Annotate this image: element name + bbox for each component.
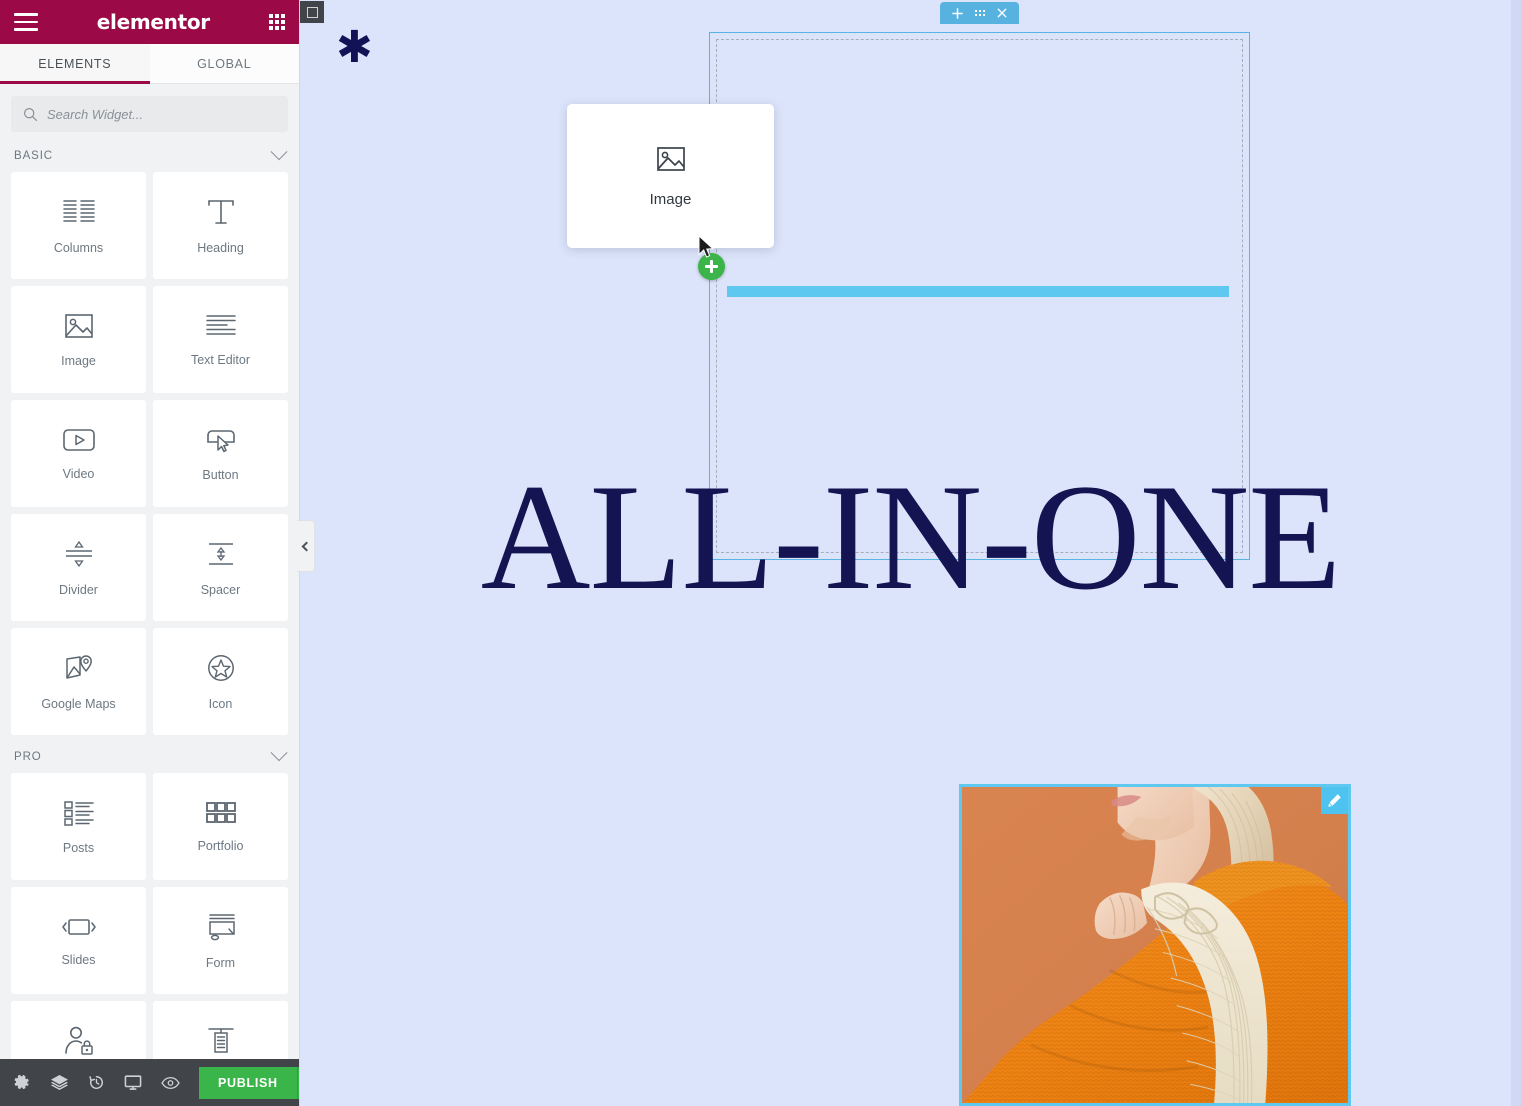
widget-posts[interactable]: Posts: [11, 773, 146, 880]
drag-preview-image-widget[interactable]: Image: [567, 104, 774, 248]
device-square-icon: [306, 6, 318, 18]
publish-options-button[interactable]: [296, 1066, 299, 1099]
editor-canvas: ✱ Image ALL-IN-ONE: [300, 0, 1521, 1106]
canvas-right-edge: [1511, 0, 1521, 1106]
section-toolbar: [939, 2, 1020, 24]
publish-group: PUBLISH: [199, 1066, 299, 1099]
widget-portfolio[interactable]: Portfolio: [153, 773, 288, 880]
history-clock-icon[interactable]: [88, 1074, 105, 1091]
widget-label: Slides: [61, 952, 96, 967]
widget-label: Posts: [62, 840, 95, 855]
widget-label: Columns: [53, 240, 104, 255]
edit-widget-button[interactable]: [1321, 787, 1348, 814]
widget-label: Video: [62, 466, 95, 481]
category-header-basic[interactable]: BASIC: [0, 142, 299, 172]
columns-icon: [62, 199, 95, 222]
toc-icon: [207, 1027, 234, 1053]
widget-icon[interactable]: Icon: [153, 628, 288, 735]
widget-text-editor[interactable]: Text Editor: [153, 286, 288, 393]
portfolio-grid-icon: [205, 801, 236, 823]
panel-collapse-toggle[interactable]: [297, 520, 315, 572]
publish-button[interactable]: PUBLISH: [199, 1066, 297, 1099]
widget-video[interactable]: Video: [11, 400, 146, 507]
search-input[interactable]: [47, 106, 276, 122]
widget-slides[interactable]: Slides: [11, 887, 146, 994]
spacer-icon: [208, 542, 233, 565]
widget-button[interactable]: Button: [153, 400, 288, 507]
panel-footer: PUBLISH: [0, 1059, 299, 1106]
chevron-down-icon: [270, 143, 288, 161]
hamburger-icon[interactable]: [14, 13, 38, 31]
tab-global[interactable]: GLOBAL: [149, 44, 299, 83]
widget-label: Icon: [208, 696, 233, 711]
editor-panel: elementor ELEMENTS GLOBAL BASIC: [0, 0, 300, 1106]
mouse-cursor: [698, 235, 714, 258]
category-header-pro[interactable]: PRO: [0, 743, 299, 773]
pencil-edit-icon: [1328, 794, 1341, 807]
plus-icon[interactable]: [951, 7, 963, 19]
widget-divider[interactable]: Divider: [11, 514, 146, 621]
widget-label: Portfolio: [197, 838, 244, 853]
widget-label: Google Maps: [41, 696, 116, 711]
drag-handle-icon[interactable]: [974, 9, 986, 17]
widget-label: Form: [205, 955, 236, 970]
star-circle-icon: [207, 654, 234, 681]
widget-google-maps[interactable]: Google Maps: [11, 628, 146, 735]
widget-spacer[interactable]: Spacer: [153, 514, 288, 621]
widget-label: Button: [202, 467, 239, 482]
gear-icon[interactable]: [14, 1074, 31, 1091]
widget-label: Heading: [197, 240, 244, 255]
drag-preview-label: Image: [649, 190, 692, 208]
posts-list-icon: [63, 800, 94, 826]
drop-indicator-bar: [727, 286, 1229, 297]
category-title-pro: PRO: [14, 751, 42, 763]
search-box[interactable]: [11, 96, 288, 132]
sweater-photo: [962, 787, 1348, 1103]
image-icon: [656, 146, 685, 171]
image-widget[interactable]: [959, 784, 1351, 1106]
grid-apps-icon[interactable]: [268, 13, 285, 31]
heading-t-icon: [207, 199, 234, 224]
close-x-icon[interactable]: [997, 8, 1007, 18]
widget-label: Image: [61, 353, 96, 368]
layers-icon[interactable]: [50, 1074, 69, 1091]
slides-icon: [61, 918, 96, 935]
category-title-basic: BASIC: [14, 150, 54, 162]
responsive-mode-icon[interactable]: [300, 1, 324, 23]
panel-tabs: ELEMENTS GLOBAL: [0, 44, 299, 84]
divider-icon: [65, 540, 92, 567]
image-icon: [64, 313, 93, 338]
widget-grid-pro: Posts Portfolio Slides Form: [0, 773, 299, 1106]
person-lock-icon: [64, 1026, 93, 1055]
monitor-icon[interactable]: [124, 1074, 142, 1091]
chevron-left-icon: [301, 541, 312, 551]
chevron-down-icon: [270, 744, 288, 762]
widget-grid-basic: Columns Heading Image Text Editor Video …: [0, 172, 299, 743]
widget-columns[interactable]: Columns: [11, 172, 146, 279]
tab-elements[interactable]: ELEMENTS: [0, 44, 150, 84]
eye-icon[interactable]: [161, 1076, 180, 1090]
form-icon: [208, 913, 235, 940]
elementor-editor: elementor ELEMENTS GLOBAL BASIC: [0, 0, 1521, 1106]
decor-asterisk-icon: ✱: [336, 22, 373, 73]
search-icon: [23, 107, 38, 121]
widget-heading[interactable]: Heading: [153, 172, 288, 279]
text-lines-icon: [205, 314, 236, 335]
page-heading[interactable]: ALL-IN-ONE: [300, 459, 1521, 615]
search-section: [0, 84, 299, 142]
widget-image[interactable]: Image: [11, 286, 146, 393]
widget-label: Spacer: [200, 582, 241, 597]
widget-form[interactable]: Form: [153, 887, 288, 994]
elementor-logo: elementor: [96, 10, 210, 34]
widget-label: Divider: [59, 582, 98, 597]
map-pin-icon: [65, 654, 92, 679]
widget-label: Text Editor: [190, 352, 251, 367]
button-cursor-icon: [206, 429, 235, 452]
video-play-icon: [62, 428, 95, 451]
panel-header: elementor: [0, 0, 299, 44]
